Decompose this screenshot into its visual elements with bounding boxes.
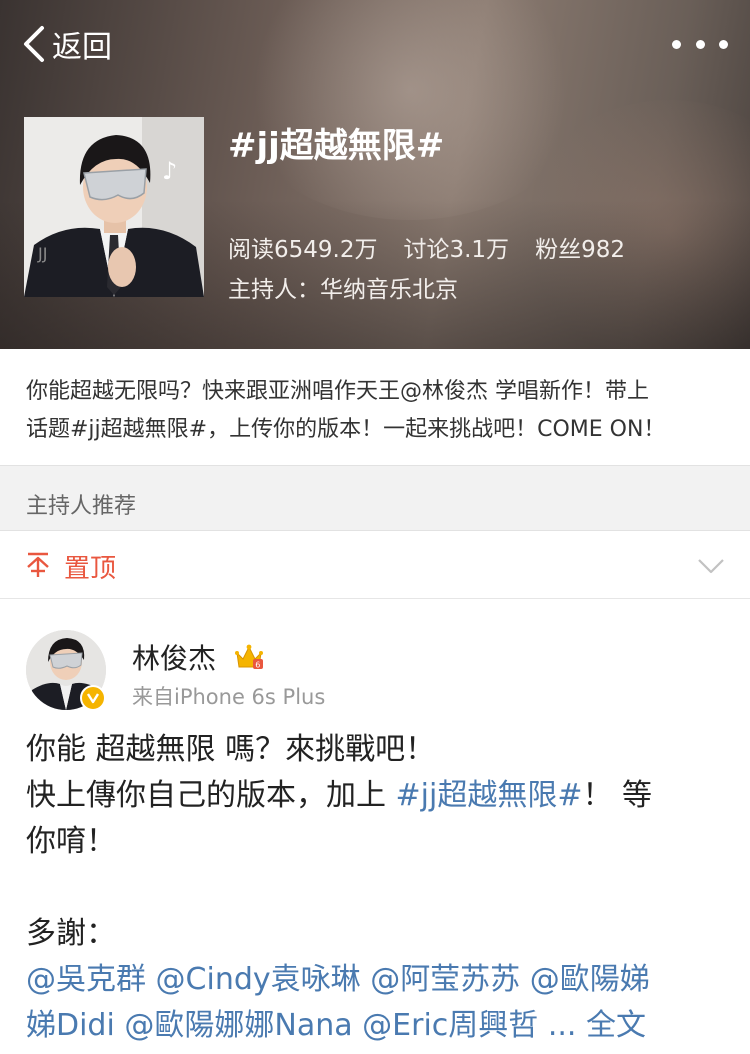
section-title: 主持人推荐 xyxy=(26,494,137,519)
mention-link[interactable]: @歐陽娣 xyxy=(530,962,650,997)
chevron-left-icon xyxy=(24,26,44,62)
description-line: 你能超越无限吗？快来跟亚洲唱作天王@林俊杰 学唱新作！带上 xyxy=(26,379,649,404)
topic-stats: 阅读6549.2万 讨论3.1万 粉丝982 xyxy=(228,230,625,264)
post-text: 快上傳你自己的版本，加上 xyxy=(26,778,396,813)
topic-cover-image: JJ ♪ xyxy=(24,117,204,297)
pin-top-icon xyxy=(27,552,49,577)
svg-text:6: 6 xyxy=(255,661,260,670)
author-name[interactable]: 林俊杰 xyxy=(132,637,216,677)
crown-icon[interactable]: 6 xyxy=(234,642,264,672)
chevron-down-icon[interactable] xyxy=(696,551,726,581)
read-more-link[interactable]: ... 全文 xyxy=(548,1008,646,1043)
verified-icon xyxy=(80,685,106,711)
section-header: 主持人推荐 xyxy=(0,465,750,531)
svg-text:♪: ♪ xyxy=(162,157,177,185)
weibo-post: 林俊杰 6 来自iPhone 6s Plus 你能 超越無限 嗎？來挑戰吧！ 快… xyxy=(0,599,750,1054)
back-button[interactable]: 返回 xyxy=(18,22,112,66)
post-body: 你能 超越無限 嗎？來挑戰吧！ 快上傳你自己的版本，加上 #jj超越無限#！ 等… xyxy=(26,727,726,1049)
topic-title: #jj超越無限# xyxy=(228,126,445,166)
mention-link[interactable]: @歐陽娜娜Nana xyxy=(124,1008,352,1043)
topic-description: 你能超越无限吗？快来跟亚洲唱作天王@林俊杰 学唱新作！带上 话题#jj超越無限#… xyxy=(0,349,750,465)
mention-link[interactable]: @Cindy袁咏琳 xyxy=(156,962,361,997)
pinned-bar[interactable]: 置顶 xyxy=(0,531,750,599)
svg-text:JJ: JJ xyxy=(37,244,47,263)
discussions-count: 讨论3.1万 xyxy=(403,237,510,263)
mention-link[interactable]: @阿莹苏苏 xyxy=(370,962,520,997)
more-dots-icon xyxy=(695,39,705,49)
more-button[interactable] xyxy=(672,30,728,58)
fans-count[interactable]: 粉丝982 xyxy=(535,230,625,264)
mentions-line: @吳克群 @Cindy袁咏琳 @阿莹苏苏 @歐陽娣 xyxy=(26,957,726,1003)
back-label: 返回 xyxy=(52,30,112,65)
description-line: 话题#jj超越無限#，上传你的版本！一起来挑战吧！COME ON！ xyxy=(26,417,666,442)
topic-hashtag-link[interactable]: #jj超越無限# xyxy=(396,778,583,813)
more-dots-icon xyxy=(719,39,728,49)
mention-link[interactable]: 娣Didi xyxy=(26,1008,115,1043)
post-text: ！ 等 xyxy=(582,778,653,813)
mention-link[interactable]: @吳克群 xyxy=(26,962,146,997)
post-source: 来自iPhone 6s Plus xyxy=(132,685,326,709)
post-text-line: 你唷！ xyxy=(26,824,116,859)
topic-header: 返回 JJ ♪ #jj超越無限# 阅读6549.2万 讨论3.1万 粉丝982 … xyxy=(0,0,750,349)
more-dots-icon xyxy=(672,39,681,49)
pinned-label: 置顶 xyxy=(64,554,117,584)
post-text-line: 你能 超越無限 嗎？來挑戰吧！ xyxy=(26,732,436,767)
mention-link[interactable]: @Eric周興哲 xyxy=(362,1008,538,1043)
post-text-line: 多謝： xyxy=(26,916,116,951)
topic-host[interactable]: 主持人：华纳音乐北京 xyxy=(228,270,458,304)
post-text-line: 快上傳你自己的版本，加上 #jj超越無限#！ 等 xyxy=(26,773,726,819)
mentions-line: 娣Didi @歐陽娜娜Nana @Eric周興哲 ... 全文 xyxy=(26,1003,726,1049)
reads-count: 阅读6549.2万 xyxy=(228,237,378,263)
